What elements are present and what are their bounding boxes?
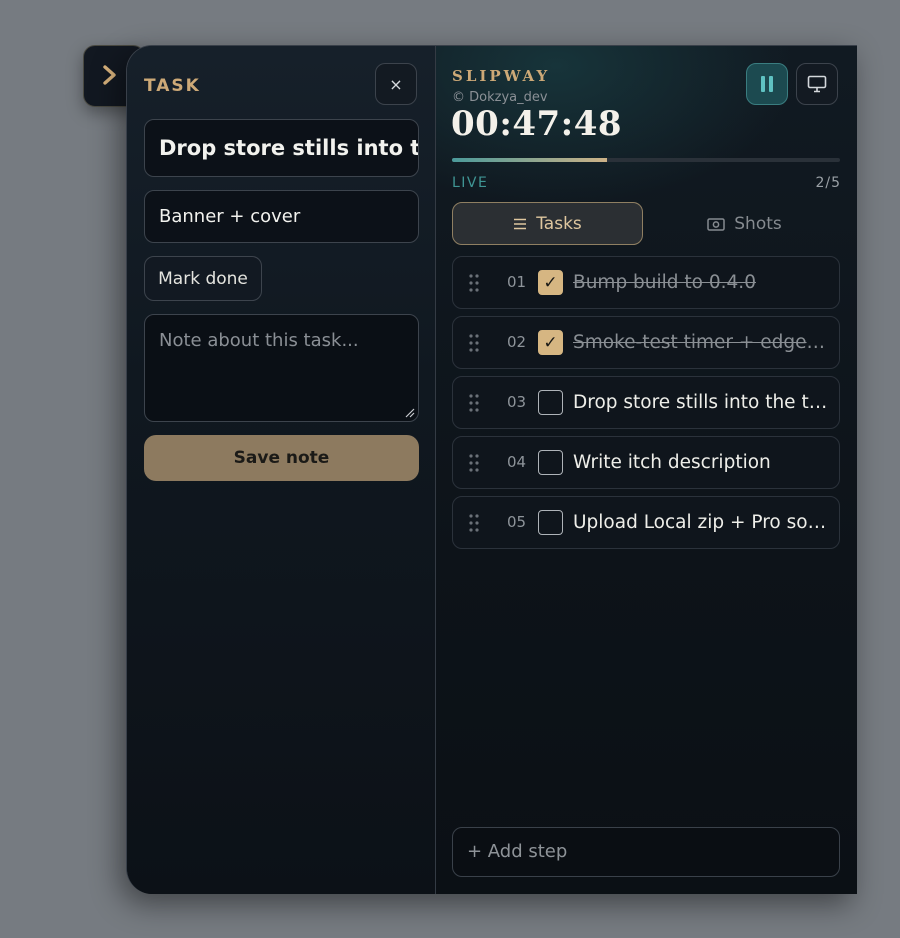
status-live: LIVE [452,175,489,191]
session-progress-bar [452,158,840,162]
task-label: Drop store stills into the tray [573,392,829,413]
note-textarea[interactable]: Note about this task... [144,314,419,422]
task-label: Smoke-test timer + edge p... [573,332,829,353]
task-number: 02 [507,333,527,351]
task-detail-panel: TASK × Drop store stills into the tray B… [127,46,436,894]
task-checkbox[interactable]: ✓ [538,270,563,295]
task-row[interactable]: 02 ✓ Smoke-test timer + edge p... [452,316,840,369]
close-button[interactable]: × [375,63,417,105]
checkmark-icon: ✓ [543,272,558,293]
close-icon: × [389,74,403,94]
task-number: 01 [507,273,527,291]
progress-fill [452,158,608,162]
tab-tasks-label: Tasks [536,213,582,234]
task-label: Write itch description [573,452,771,473]
pause-icon [761,76,773,92]
task-row[interactable]: 04 Write itch description [452,436,840,489]
camera-icon [707,217,725,231]
drag-handle-icon[interactable] [469,394,479,412]
add-step-input[interactable]: + Add step [452,827,840,877]
task-subtitle-input[interactable]: Banner + cover [144,190,419,243]
screen-button[interactable] [796,63,838,105]
panel-heading: TASK [144,76,201,96]
drag-handle-icon[interactable] [469,334,479,352]
monitor-icon [807,75,827,93]
checkmark-icon: ✓ [543,332,558,353]
tab-shots[interactable]: Shots [649,202,840,245]
chevron-right-icon[interactable] [100,62,120,88]
note-placeholder: Note about this task... [159,330,359,351]
task-number: 03 [507,393,527,411]
session-panel: SLIPWAY © Dokzya_dev 00:47:48 LIVE 2/5 T… [436,46,857,894]
drag-handle-icon[interactable] [469,274,479,292]
pause-button[interactable] [746,63,788,105]
task-checkbox[interactable] [538,450,563,475]
task-count: 2/5 [815,175,841,191]
resize-grip-icon[interactable] [405,408,415,418]
tab-shots-label: Shots [734,213,782,234]
drag-handle-icon[interactable] [469,514,479,532]
task-checkbox[interactable] [538,510,563,535]
app-window: TASK × Drop store stills into the tray B… [126,45,857,894]
task-label: Upload Local zip + Pro sou... [573,512,829,533]
credit-text: © Dokzya_dev [452,90,548,105]
task-number: 04 [507,453,527,471]
drag-handle-icon[interactable] [469,454,479,472]
save-note-button[interactable]: Save note [144,435,419,481]
task-label: Bump build to 0.4.0 [573,272,756,293]
session-timer: 00:47:48 [451,104,623,144]
tab-tasks[interactable]: Tasks [452,202,643,245]
task-row[interactable]: 01 ✓ Bump build to 0.4.0 [452,256,840,309]
task-checkbox[interactable]: ✓ [538,330,563,355]
task-row[interactable]: 03 Drop store stills into the tray [452,376,840,429]
task-checkbox[interactable] [538,390,563,415]
mark-done-button[interactable]: Mark done [144,256,262,301]
task-number: 05 [507,513,527,531]
brand-name: SLIPWAY [452,67,551,85]
task-row[interactable]: 05 Upload Local zip + Pro sou... [452,496,840,549]
task-title-input[interactable]: Drop store stills into the tray [144,119,419,177]
list-icon [514,218,527,229]
